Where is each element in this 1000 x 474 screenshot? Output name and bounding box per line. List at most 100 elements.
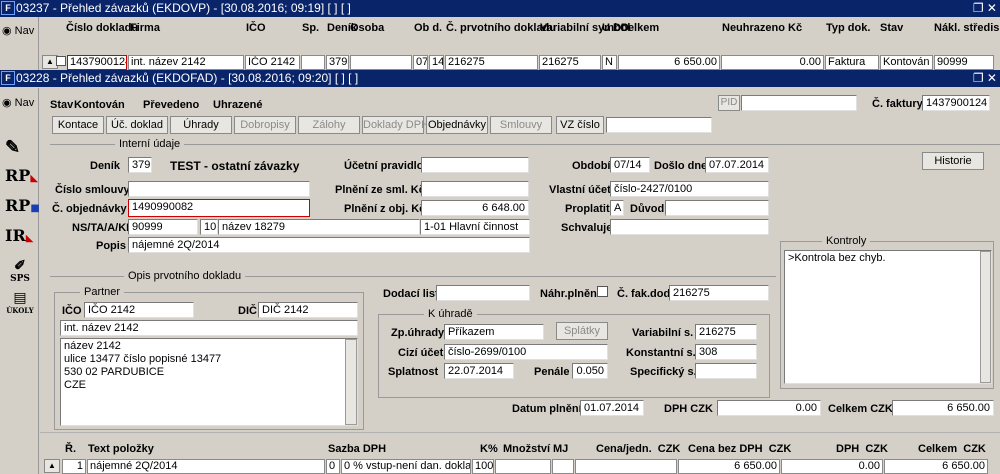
nav-radio-2[interactable]: ◉ Nav [2,96,34,109]
proplatit-field[interactable]: A [610,200,624,216]
plneni-obj-field[interactable]: 6 648.00 [421,200,529,216]
cell-obd-m[interactable]: 07 [413,55,428,70]
uhrady-button[interactable]: Úhrady [170,116,232,134]
ks-field[interactable]: 308 [695,344,757,360]
historie-button[interactable]: Historie [922,152,984,170]
ns-field[interactable]: 90999 [128,219,198,235]
doslo-field[interactable]: 07.07.2014 [705,157,769,173]
col-stav[interactable]: Stav [880,22,903,35]
col-vs[interactable]: Variabilní symbol [540,22,630,35]
items-col-sazba[interactable]: Sazba DPH [328,443,386,456]
dobropisy-button[interactable]: Dobropisy [234,116,296,134]
document-tool-icon[interactable]: ✎ [5,137,35,165]
items-col-text[interactable]: Text položky [88,443,154,456]
address-scrollbar[interactable] [345,339,357,425]
col-osoba[interactable]: Osoba [350,22,384,35]
doklady-dph-button[interactable]: Doklady DPH [362,116,429,134]
cell-typ[interactable]: Faktura [825,55,879,70]
popis-field[interactable]: nájemné 2Q/2014 [128,237,530,253]
items-scroll-up-icon[interactable]: ▲ [44,459,60,473]
items-col-mj[interactable]: MJ [553,443,568,456]
items-col-r[interactable]: Ř. [65,443,76,456]
item-cena-bez[interactable]: 6 650.00 [678,459,780,474]
item-text[interactable]: nájemné 2Q/2014 [87,459,325,474]
rp-icon[interactable]: RP◣ [5,166,38,194]
cell-stredisko[interactable]: 90999 [934,55,994,70]
c-fak-field[interactable]: 216275 [669,285,769,301]
duvod-field[interactable] [665,200,769,216]
smlouvy-button[interactable]: Smlouvy [490,116,552,134]
partner-address-field[interactable]: název 2142 ulice 13477 číslo popisné 134… [60,338,358,426]
dph-total-field[interactable]: 0.00 [717,400,821,416]
a-field[interactable]: název 18279 [218,219,420,235]
col-celkem[interactable]: Celkem [620,22,659,35]
nahr-checkbox[interactable] [597,286,608,297]
plneni-sml-field[interactable] [421,181,529,197]
objednavky-button[interactable]: Objednávky [426,116,488,134]
item-cena-j[interactable] [575,459,677,474]
vz-cislo-button[interactable]: VZ číslo [556,116,604,134]
cell-osoba[interactable] [350,55,412,70]
window2-titlebar[interactable]: F 03228 - Přehled závazků (EKDOFAD) - [3… [0,70,1000,87]
col-ico[interactable]: IČO [246,22,266,35]
cell-sp[interactable] [301,55,325,70]
col-obd[interactable]: Ob d. [414,22,442,35]
penale-field[interactable]: 0.050 [572,363,608,379]
item-mj[interactable] [552,459,574,474]
items-col-celkem[interactable]: Celkem CZK [918,443,986,456]
denik-field[interactable]: 379 [128,157,152,173]
zp-field[interactable]: Příkazem [444,324,544,340]
col-neuhrazeno[interactable]: Neuhrazeno Kč [722,22,802,35]
items-col-cena-j[interactable]: Cena/jedn. CZK [596,443,680,456]
schvaluje-field[interactable] [610,219,769,235]
cell-ico[interactable]: IČO 2142 [245,55,300,70]
ukoly-icon[interactable]: ▤ ÚKOLY [5,290,35,318]
items-col-cena-bez[interactable]: Cena bez DPH CZK [688,443,791,456]
ir-icon[interactable]: IR◣ [5,226,35,254]
celkem-total-field[interactable]: 6 650.00 [892,400,994,416]
cell-firma[interactable]: int. název 2142 [128,55,244,70]
restore-window-icon[interactable]: ❐ ✕ [973,0,997,17]
item-sazba-code[interactable]: 0 [326,459,340,474]
smlouva-field[interactable] [128,181,310,197]
window1-titlebar[interactable]: F 03237 - Přehled závazků (EKDOVP) - [30… [0,0,1000,17]
rp-eu-icon[interactable]: RP■ [5,196,40,224]
pid-button[interactable]: PID [718,95,740,111]
partner-name-field[interactable]: int. název 2142 [60,320,358,336]
cell-stav[interactable]: Kontován [880,55,933,70]
col-sp[interactable]: Sp. [302,22,319,35]
sps-icon[interactable]: ✐ SPS [5,258,35,286]
uc-doklad-button[interactable]: Úč. doklad [106,116,168,134]
cell-obd-r[interactable]: 14 [429,55,444,70]
cell-udd[interactable]: N [602,55,617,70]
restore-window-icon[interactable]: ❐ ✕ [973,70,997,87]
item-r[interactable]: 1 [62,459,86,474]
kp-field[interactable]: 1-01 Hlavní činnost [420,219,530,235]
col-udd[interactable]: U DD [602,22,629,35]
ss-field[interactable] [695,363,757,379]
col-cislo-dokladu[interactable]: Číslo dokladu [66,22,138,35]
item-k[interactable]: 100 [472,459,494,474]
row-checkbox[interactable] [56,56,66,66]
faktura-field[interactable]: 1437900124 [922,95,990,111]
ucetni-field[interactable] [421,157,529,173]
nav-radio-1[interactable]: ◉ Nav [2,24,34,37]
col-prvotni[interactable]: Č. prvotního dokladu [446,22,556,35]
item-celkem[interactable]: 6 650.00 [884,459,988,474]
item-mnozstvi[interactable] [495,459,551,474]
item-dph[interactable]: 0.00 [781,459,883,474]
col-denik[interactable]: Deník [327,22,357,35]
col-typ[interactable]: Typ dok. [826,22,870,35]
partner-ico-field[interactable]: IČO 2142 [84,302,194,318]
cell-vs[interactable]: 216275 [539,55,601,70]
cell-prvotni[interactable]: 216275 [445,55,538,70]
cell-cislo[interactable]: 1437900124 [67,55,127,70]
col-firma[interactable]: Firma [130,22,160,35]
col-stredisko[interactable]: Nákl. středisko [934,22,1000,35]
pid-field[interactable] [741,95,857,111]
dodaci-field[interactable] [436,285,530,301]
kontace-button[interactable]: Kontace [52,116,104,134]
items-col-k[interactable]: K% [480,443,498,456]
cell-neuhrazeno[interactable]: 0.00 [721,55,824,70]
datum-plneni-field[interactable]: 01.07.2014 [580,400,644,416]
